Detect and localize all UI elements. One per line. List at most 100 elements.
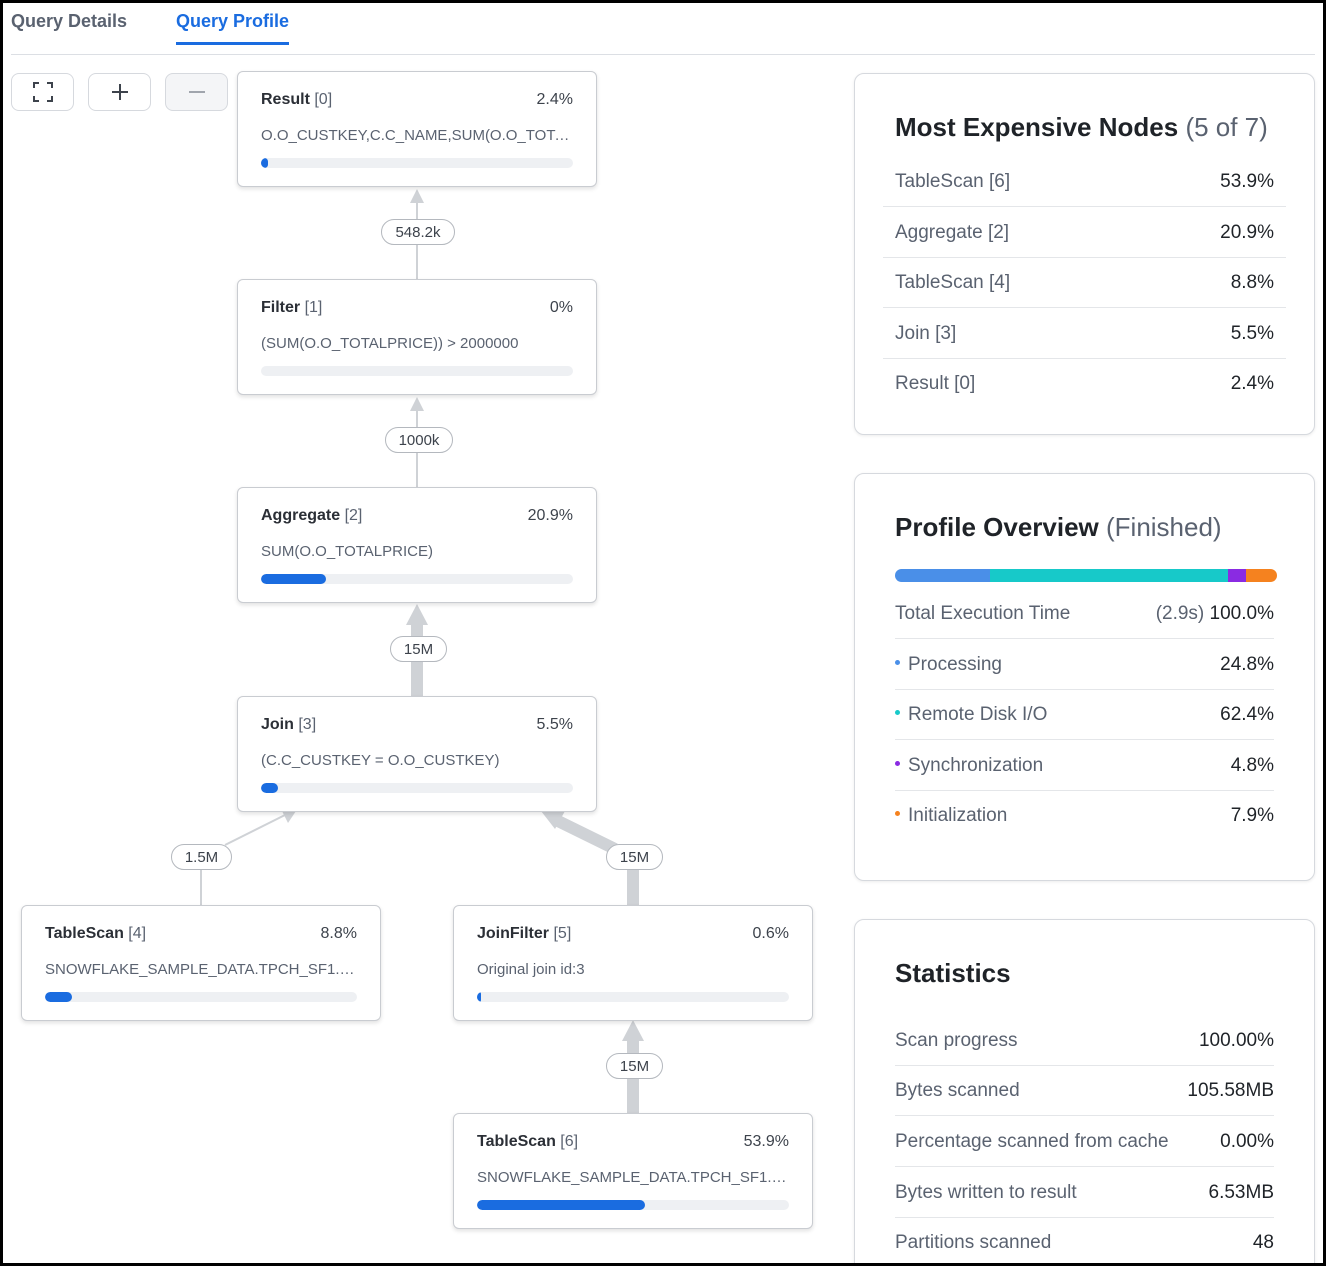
breakdown-segment-initialization <box>1246 569 1277 582</box>
profile-overview-panel: Profile Overview (Finished) Total Execut… <box>854 473 1315 881</box>
node-percent: 0% <box>549 299 573 316</box>
node-progress-bar <box>477 992 789 1002</box>
row-label: Remote Disk I/O <box>908 703 1048 725</box>
node-id: [0] <box>314 91 333 108</box>
row-label: TableScan [4] <box>895 271 1011 293</box>
row-value: 100.0% <box>1209 602 1274 624</box>
row-label: Bytes written to result <box>895 1181 1077 1203</box>
row-label: Result [0] <box>895 373 976 394</box>
row-value: 100.00% <box>1198 1029 1274 1051</box>
panel-title-text: Profile Overview <box>895 512 1099 542</box>
node-joinfilter[interactable]: JoinFilter [5] 0.6% Original join id:3 <box>453 905 813 1021</box>
edge-joinfilter-join-diagonal <box>555 815 618 855</box>
node-aggregate[interactable]: Aggregate [2] 20.9% SUM(O.O_TOTALPRICE) <box>237 487 597 603</box>
node-progress-bar <box>261 783 573 793</box>
node-id: [6] <box>560 1133 579 1150</box>
row-value: 105.58MB <box>1187 1079 1274 1101</box>
node-description: Original join id:3 <box>477 961 585 978</box>
node-name: Filter <box>261 299 301 316</box>
node-name: JoinFilter <box>477 925 550 942</box>
statistics-row: Bytes written to result 6.53MB <box>895 1168 1274 1218</box>
breakdown-segment-processing <box>895 569 990 582</box>
total-time: (2.9s) <box>1155 602 1205 624</box>
edge-label-rows: 1.5M <box>171 844 232 870</box>
panel-subtitle: (Finished) <box>1106 512 1222 542</box>
node-percent: 0.6% <box>752 925 789 942</box>
most-expensive-nodes-panel: Most Expensive Nodes (5 of 7) TableScan … <box>854 73 1315 435</box>
breakdown-segment-synchronization <box>1228 569 1247 582</box>
node-progress-bar <box>45 992 357 1002</box>
row-label: Processing <box>908 653 1002 675</box>
node-description: SUM(O.O_TOTALPRICE) <box>261 543 433 560</box>
node-description: O.O_CUSTKEY,C.C_NAME,SUM(O.O_TOTALPRICE) <box>261 127 573 144</box>
row-label: Initialization <box>908 805 1008 826</box>
node-percent: 53.9% <box>743 1133 789 1150</box>
panel-title: Most Expensive Nodes (5 of 7) <box>895 112 1268 143</box>
panel-subtitle: (5 of 7) <box>1185 112 1268 142</box>
node-result[interactable]: Result [0] 2.4% O.O_CUSTKEY,C.C_NAME,SUM(… <box>237 71 597 187</box>
node-description: SNOWFLAKE_SAMPLE_DATA.TPCH_SF1.ORDERS <box>477 1169 789 1186</box>
statistics-panel: Statistics Scan progress 100.00% Bytes sc… <box>854 919 1315 1263</box>
expensive-node-row[interactable]: TableScan [6] 53.9% <box>883 157 1286 207</box>
node-id: [1] <box>304 299 323 316</box>
node-name: Result <box>261 91 310 108</box>
row-value: 7.9% <box>1230 805 1274 826</box>
node-id: [3] <box>298 716 317 733</box>
statistics-row: Percentage scanned from cache 0.00% <box>895 1117 1274 1167</box>
legend-dot <box>895 760 900 766</box>
row-value: 20.9% <box>1220 221 1274 243</box>
expensive-node-row[interactable]: Join [3] 5.5% <box>883 309 1286 359</box>
node-description: SNOWFLAKE_SAMPLE_DATA.TPCH_SF1.CUSTOMER <box>45 961 357 978</box>
expensive-node-row[interactable]: TableScan [4] 8.8% <box>883 258 1286 308</box>
row-value: 5.5% <box>1230 322 1274 344</box>
node-progress-fill <box>261 158 269 168</box>
node-progress-bar <box>477 1200 789 1210</box>
row-label: Join [3] <box>895 322 957 344</box>
edge-label-rows: 1000k <box>385 427 453 453</box>
node-description: (SUM(O.O_TOTALPRICE)) > 2000000 <box>261 335 519 352</box>
node-progress-fill <box>45 992 73 1002</box>
row-value: 24.8% <box>1220 653 1274 675</box>
edge-arrow <box>410 189 424 203</box>
row-value: 8.8% <box>1230 271 1274 293</box>
edge-label-rows: 15M <box>606 844 663 870</box>
overview-row-initialization: Initialization 7.9% <box>895 791 1274 841</box>
node-percent: 2.4% <box>536 91 573 108</box>
panel-title-text: Most Expensive Nodes <box>895 112 1179 142</box>
node-id: [5] <box>553 925 572 942</box>
row-value: 62.4% <box>1220 703 1274 725</box>
row-label: Percentage scanned from cache <box>895 1130 1169 1152</box>
node-percent: 8.8% <box>320 925 357 942</box>
edge-arrow <box>406 604 428 625</box>
edge-label-rows: 15M <box>390 636 447 662</box>
expensive-node-row[interactable]: Result [0] 2.4% <box>883 359 1286 409</box>
row-label: Partitions scanned <box>895 1232 1052 1253</box>
overview-row-remote-disk-io: Remote Disk I/O 62.4% <box>895 690 1274 740</box>
node-name: TableScan <box>45 925 124 942</box>
node-progress-fill <box>477 1200 646 1210</box>
expensive-node-row[interactable]: Aggregate [2] 20.9% <box>883 208 1286 258</box>
node-join[interactable]: Join [3] 5.5% (C.C_CUSTKEY = O.O_CUSTKEY) <box>237 696 597 812</box>
total-execution-time-row: Total Execution Time (2.9s) 100.0% <box>895 589 1274 639</box>
row-value: 2.4% <box>1230 373 1274 394</box>
node-tablescan-6[interactable]: TableScan [6] 53.9% SNOWFLAKE_SAMPLE_DATA… <box>453 1113 813 1229</box>
execution-time-breakdown-bar <box>895 569 1277 582</box>
statistics-row: Partitions scanned 48 <box>895 1218 1274 1263</box>
row-value: 4.8% <box>1230 754 1274 776</box>
panel-title: Statistics <box>895 958 1011 988</box>
node-tablescan-4[interactable]: TableScan [4] 8.8% SNOWFLAKE_SAMPLE_DATA.… <box>21 905 381 1021</box>
legend-dot <box>895 811 900 817</box>
node-filter[interactable]: Filter [1] 0% (SUM(O.O_TOTALPRICE)) > 200… <box>237 279 597 395</box>
panel-title: Profile Overview (Finished) <box>895 512 1222 543</box>
row-label: Total Execution Time <box>895 602 1071 624</box>
node-id: [4] <box>128 925 147 942</box>
node-description: (C.C_CUSTKEY = O.O_CUSTKEY) <box>261 752 500 769</box>
row-label: Scan progress <box>895 1029 1018 1051</box>
overview-row-synchronization: Synchronization 4.8% <box>895 741 1274 791</box>
row-label: Bytes scanned <box>895 1079 1020 1101</box>
node-progress-fill <box>477 992 481 1002</box>
statistics-row: Scan progress 100.00% <box>895 1016 1274 1066</box>
node-name: TableScan <box>477 1133 556 1150</box>
edge-arrow <box>410 397 424 411</box>
legend-dot <box>895 709 900 715</box>
